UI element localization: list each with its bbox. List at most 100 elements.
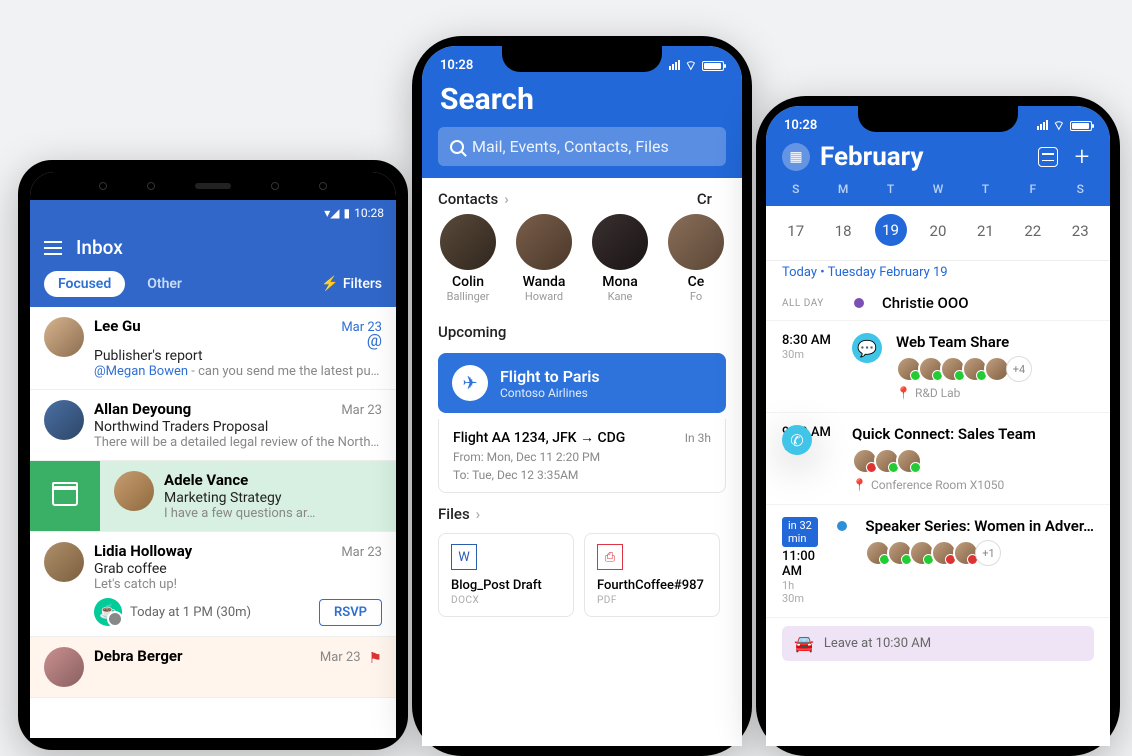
upcoming-section-header: Upcoming [422, 311, 742, 347]
battery-icon [702, 61, 724, 71]
allday-title: Christie OOO [882, 294, 969, 312]
inbox-title: Inbox [76, 236, 123, 259]
event-duration: 1h 30m [782, 579, 818, 605]
attendee-overflow: +4 [1006, 356, 1032, 382]
file-card[interactable]: W Blog_Post Draft DOCX [438, 533, 574, 617]
event-time: 11:00 AM [782, 549, 818, 579]
upcoming-card[interactable]: ✈ Flight to Paris Contoso Airlines [438, 353, 726, 413]
allday-label: ALL DAY [782, 298, 836, 309]
event-title: Speaker Series: Women in Adver… [865, 517, 1094, 535]
tab-other[interactable]: Other [133, 271, 196, 297]
status-time: 10:28 [354, 206, 384, 220]
sender: Lidia Holloway [94, 542, 192, 560]
upcoming-title: Flight to Paris [500, 367, 600, 386]
event-row[interactable]: 8:30 AM30m 💬 Web Team Share +4 📍R&D Lab [766, 321, 1110, 413]
location-icon: 📍 [852, 478, 867, 492]
flight-details[interactable]: Flight AA 1234, JFK → CDG In 3h From: Mo… [438, 419, 726, 493]
event-row[interactable]: 9:00 AM1h ✆ Quick Connect: Sales Team 📍C… [766, 413, 1110, 505]
file-name: FourthCoffee#987 [597, 578, 707, 593]
email-row-swiped[interactable]: Adele Vance Marketing Strategy I have a … [30, 461, 396, 532]
date: Mar 23 [341, 545, 382, 560]
file-card[interactable]: ⎙ FourthCoffee#987 PDF [584, 533, 720, 617]
leave-text: Leave at 10:30 AM [824, 636, 931, 651]
allday-row[interactable]: ALL DAY Christie OOO [766, 286, 1110, 321]
android-earpiece [30, 172, 396, 200]
event-icon: ☕ [94, 598, 122, 626]
sender: Adele Vance [164, 471, 382, 489]
event-row[interactable]: in 32 min 11:00 AM 1h 30m Speaker Series… [766, 505, 1110, 618]
attendee-overflow: +1 [975, 540, 1001, 566]
list-icon [1038, 147, 1058, 167]
avatar [44, 647, 84, 687]
day-selected[interactable]: 19 [875, 214, 907, 246]
signal-icon [668, 59, 680, 74]
add-event-button[interactable]: + [1070, 145, 1094, 169]
phone-android-inbox: ▾◢ ▮ 10:28 Inbox Focused Other ⚡ Filters [18, 160, 408, 750]
word-icon: W [451, 544, 477, 570]
contact-item[interactable]: WandaHoward [508, 214, 580, 303]
avatar [592, 214, 648, 270]
day-picker[interactable]: 17 18 19 20 21 22 23 [766, 206, 1110, 260]
day[interactable]: 17 [772, 214, 819, 248]
avatar [114, 471, 154, 511]
archive-button[interactable] [30, 461, 100, 531]
pdf-icon: ⎙ [597, 544, 623, 570]
date: Mar 23 [320, 650, 361, 665]
contact-item[interactable]: ColinBallinger [432, 214, 504, 303]
leave-suggestion[interactable]: 🚘 Leave at 10:30 AM [782, 626, 1094, 661]
avatar [44, 317, 84, 357]
avatar [44, 400, 84, 440]
day[interactable]: 21 [962, 214, 1009, 248]
sender: Lee Gu [94, 317, 141, 335]
filters-button[interactable]: ⚡ Filters [321, 276, 382, 292]
hamburger-icon[interactable] [44, 237, 62, 259]
event-location: R&D Lab [915, 386, 960, 400]
email-row[interactable]: Lidia Holloway Mar 23 Grab coffee Let's … [30, 532, 396, 637]
wifi-icon: ⌔ [1053, 118, 1065, 134]
inbox-header: Inbox Focused Other ⚡ Filters [30, 226, 396, 307]
flight-title: Flight AA 1234, JFK → CDG [453, 429, 625, 446]
day[interactable]: 22 [1009, 214, 1056, 248]
month-title[interactable]: February [820, 142, 1026, 172]
contact-item[interactable]: MonaKane [584, 214, 656, 303]
mention-icon: @ [341, 335, 382, 347]
email-row[interactable]: Debra Berger Mar 23 ⚑ [30, 637, 396, 698]
wifi-icon: ⌔ [685, 58, 697, 74]
subject: Marketing Strategy [164, 490, 382, 506]
plane-icon: ✈ [452, 365, 488, 401]
calendar-dot-icon [854, 298, 864, 308]
calendar-dot-icon [837, 521, 847, 531]
avatar [440, 214, 496, 270]
chevron-right-icon: › [504, 190, 509, 208]
page-title: Search [422, 76, 742, 127]
section-header-right[interactable]: Cr [697, 178, 728, 214]
tab-focused[interactable]: Focused [44, 271, 125, 297]
email-row[interactable]: Lee Gu Mar 23 @ Publisher's report @Mega… [30, 307, 396, 390]
email-row[interactable]: Allan Deyoung Mar 23 Northwind Traders P… [30, 390, 396, 461]
day[interactable]: 20 [914, 214, 961, 248]
bolt-icon: ⚡ [321, 276, 338, 292]
contacts-section-header[interactable]: Contacts› [422, 178, 525, 214]
contact-item[interactable]: CeFo [660, 214, 732, 303]
search-input[interactable]: Mail, Events, Contacts, Files [438, 127, 726, 166]
event-duration: 30m [782, 348, 838, 361]
flight-countdown: In 3h [685, 431, 711, 445]
file-type: PDF [597, 595, 707, 606]
subject: Publisher's report [94, 348, 382, 364]
status-time: 10:28 [440, 58, 473, 74]
search-icon [450, 140, 464, 154]
calendar-icon[interactable]: ▦ [782, 143, 810, 171]
rsvp-button[interactable]: RSVP [319, 599, 382, 626]
day[interactable]: 23 [1057, 214, 1104, 248]
weekday-row: SMTWTFS [766, 182, 1110, 202]
phone-icon: ✆ [782, 425, 812, 455]
flight-to: To: Tue, Dec 12 3:35AM [453, 468, 711, 482]
day[interactable]: 18 [819, 214, 866, 248]
avatar [896, 448, 922, 474]
files-section-header[interactable]: Files› [422, 493, 742, 529]
agenda-button[interactable] [1036, 145, 1060, 169]
avatar [668, 214, 724, 270]
sender: Debra Berger [94, 647, 182, 665]
file-name: Blog_Post Draft [451, 578, 561, 593]
subject: Northwind Traders Proposal [94, 419, 382, 435]
